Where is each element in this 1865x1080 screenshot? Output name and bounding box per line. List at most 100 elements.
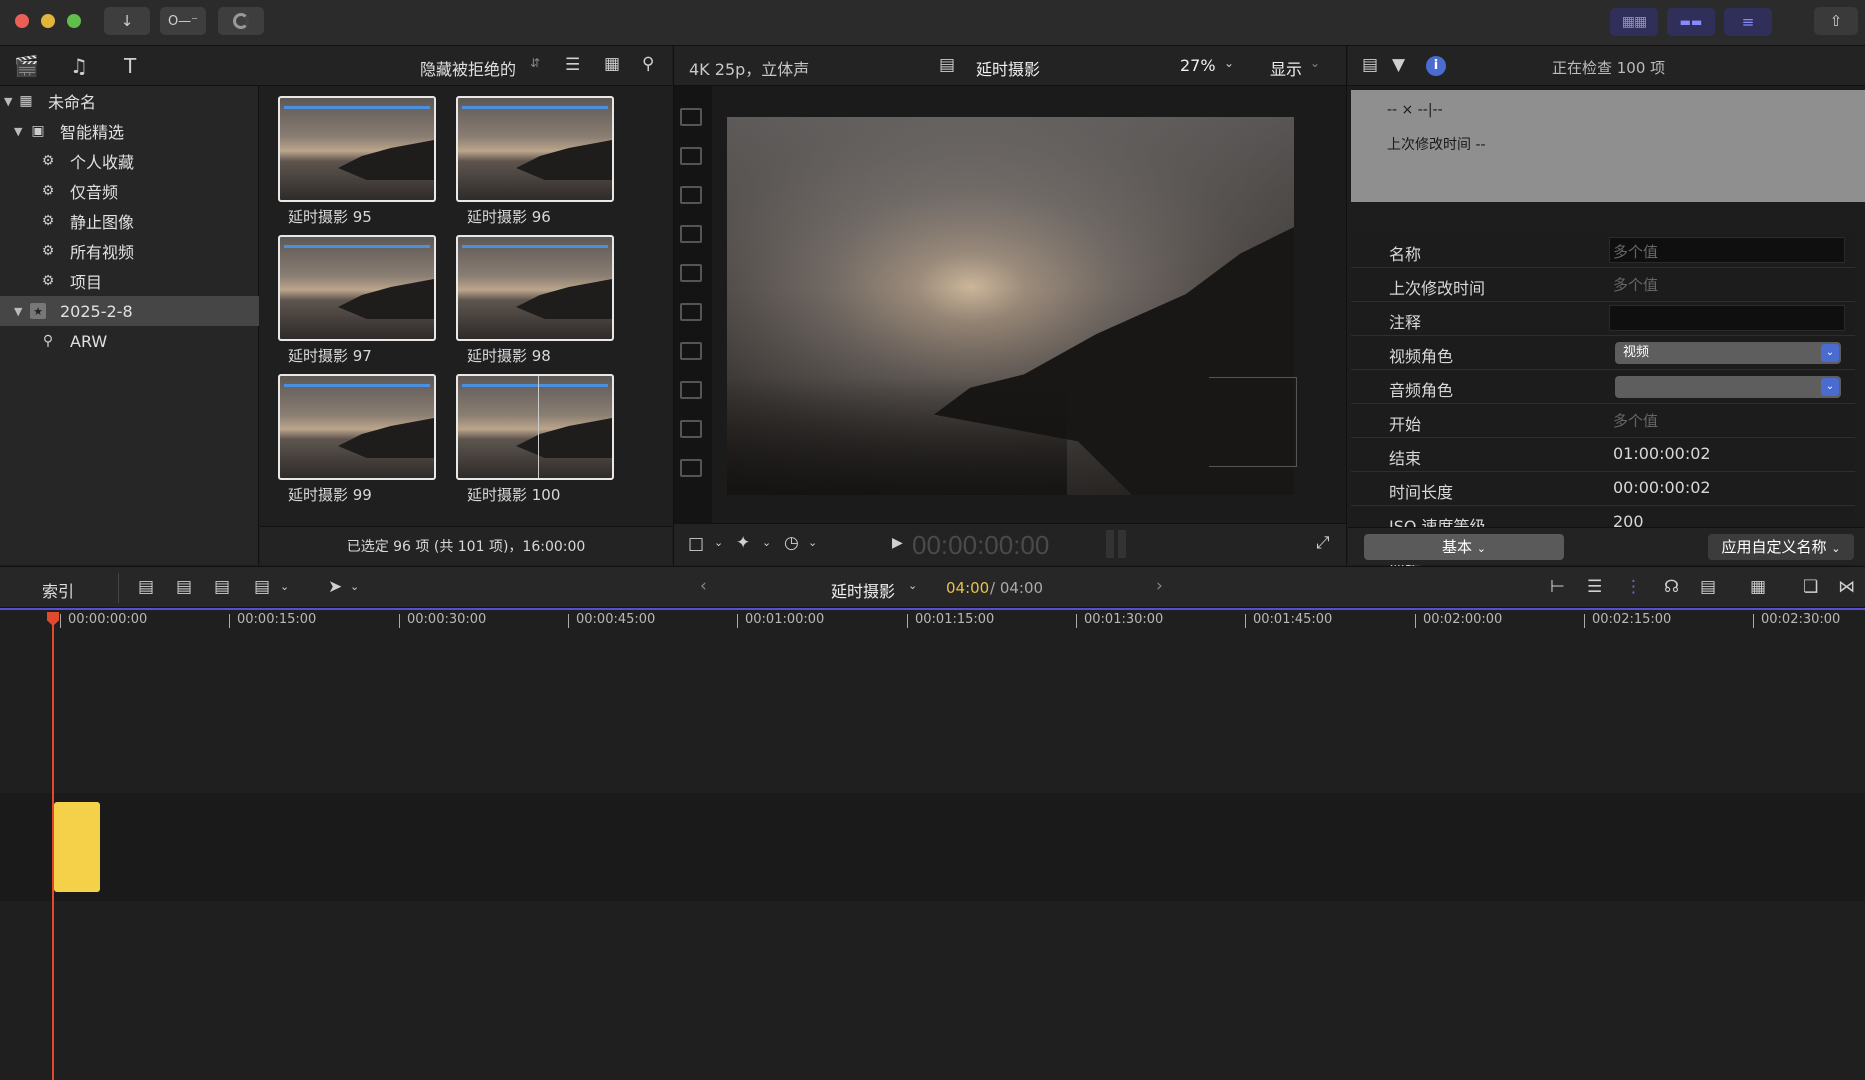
- filmstrip-gutter: [674, 86, 712, 523]
- clip-thumbnail[interactable]: [278, 235, 436, 341]
- sidebar-item-favorites[interactable]: ⚙ 个人收藏: [0, 146, 259, 176]
- play-button[interactable]: ▶: [892, 535, 903, 551]
- clip-thumbnail[interactable]: [456, 374, 614, 480]
- minimize-window-button[interactable]: [41, 14, 55, 28]
- titles-generators-icon[interactable]: T: [124, 54, 136, 78]
- inspector-header: ▤ ▼ i 正在检查 100 项: [1348, 46, 1865, 86]
- sidebar-item-event[interactable]: ▼ ★ 2025-2-8: [0, 296, 259, 326]
- timeline-index-button[interactable]: 索引: [42, 578, 74, 602]
- show-inspector-button[interactable]: ≡: [1724, 8, 1772, 36]
- property-value: 多个值: [1613, 276, 1659, 294]
- property-row: 注释: [1351, 302, 1855, 336]
- share-button[interactable]: ⇧: [1814, 7, 1858, 35]
- zoom-window-button[interactable]: [67, 14, 81, 28]
- metadata-view-button[interactable]: 基本 ⌄: [1364, 534, 1564, 560]
- sidebar-item-projects[interactable]: ⚙ 项目: [0, 266, 259, 296]
- info-icon[interactable]: i: [1426, 56, 1446, 76]
- effects-browser-icon[interactable]: ❏: [1803, 577, 1818, 597]
- back-arrow-icon[interactable]: ‹: [700, 576, 707, 596]
- playhead[interactable]: [52, 612, 54, 1080]
- snapping-icon[interactable]: ☰: [1587, 577, 1602, 597]
- sidebar-item-smart-collections[interactable]: ▼ ▣ 智能精选: [0, 116, 259, 146]
- clip-thumbnail[interactable]: [278, 374, 436, 480]
- audio-skimming-icon[interactable]: ⋮: [1625, 577, 1642, 597]
- clip-thumbnail[interactable]: [456, 235, 614, 341]
- keyword-icon: ⚲: [42, 333, 54, 349]
- clip-label: 延时摄影 96: [467, 208, 551, 226]
- forward-arrow-icon[interactable]: ›: [1156, 576, 1163, 596]
- sidebar-item-stills[interactable]: ⚙ 静止图像: [0, 206, 259, 236]
- property-label: 名称: [1389, 245, 1422, 264]
- fullscreen-icon[interactable]: ⤢: [1316, 533, 1330, 553]
- close-window-button[interactable]: [15, 14, 29, 28]
- property-label: 上次修改时间: [1389, 279, 1486, 298]
- search-icon[interactable]: ⚲: [642, 54, 654, 74]
- clip-thumbnail[interactable]: [456, 96, 614, 202]
- headphones-icon[interactable]: ☊: [1664, 577, 1679, 597]
- chevron-down-icon: ⌄: [1821, 344, 1839, 362]
- ruler-tick-label: 00:01:45:00: [1244, 612, 1333, 628]
- clip-appearance-icon[interactable]: ▦: [1750, 577, 1766, 597]
- ruler-tick-label: 00:02:30:00: [1752, 612, 1841, 628]
- import-button[interactable]: ↓: [104, 7, 150, 35]
- clip-filter-dropdown[interactable]: 隐藏被拒绝的: [420, 56, 516, 80]
- view-options-dropdown[interactable]: 显示: [1270, 56, 1302, 80]
- property-label: 时间长度: [1389, 483, 1454, 502]
- show-browser-button[interactable]: ▦▦: [1610, 8, 1658, 36]
- sidebar-item-all-video[interactable]: ⚙ 所有视频: [0, 236, 259, 266]
- funnel-icon[interactable]: ▼: [1392, 55, 1405, 75]
- sidebar-item-library[interactable]: ▼ ▦ 未命名: [0, 86, 259, 116]
- sidebar-item-label: 项目: [70, 273, 103, 292]
- grid-icon: ▦▦: [1621, 14, 1647, 30]
- keywords-button[interactable]: O—⁻: [160, 7, 206, 35]
- video-role-select[interactable]: 视频 ⌄: [1615, 342, 1841, 364]
- timeline-clip[interactable]: [54, 802, 100, 892]
- sidebar-item-label: 个人收藏: [70, 153, 135, 172]
- viewer: 4K 25p，立体声 ▤ 延时摄影 27% ⌄ 显示 ⌄ □ ⌄ ✦ ⌄ ◷ ⌄…: [673, 46, 1347, 565]
- property-value: 01:00:00:02: [1613, 444, 1711, 463]
- speedometer-icon[interactable]: ◷: [784, 533, 799, 553]
- primary-storyline[interactable]: [0, 793, 1865, 901]
- select-tool-icon[interactable]: ➤: [328, 577, 342, 597]
- project-title-dropdown[interactable]: 延时摄影: [831, 578, 895, 602]
- sidebar-item-keyword[interactable]: ⚲ ARW: [0, 326, 259, 356]
- list-view-icon[interactable]: ☰: [565, 55, 580, 75]
- timecode-display[interactable]: 00:00:00:00: [912, 530, 1049, 561]
- clip-thumbnail[interactable]: [278, 96, 436, 202]
- share-icon: ⇧: [1829, 12, 1843, 30]
- property-row: 时间长度 00:00:00:02: [1351, 472, 1855, 506]
- chevron-down-icon: ⌄: [1224, 56, 1235, 70]
- magic-wand-icon[interactable]: ✦: [736, 533, 750, 553]
- filmstrip-view-icon[interactable]: ▦: [604, 54, 620, 74]
- disclosure-triangle-icon[interactable]: ▼: [4, 95, 12, 108]
- photos-audio-icon[interactable]: ♫: [70, 54, 88, 78]
- property-label: 注释: [1389, 313, 1422, 332]
- insert-clip-icon[interactable]: ▤: [176, 577, 192, 597]
- background-tasks-button[interactable]: [218, 7, 264, 35]
- timeline-ruler[interactable]: 00:00:00:00 00:00:15:00 00:00:30:00 00:0…: [0, 608, 1865, 632]
- transform-icon[interactable]: □: [688, 534, 704, 554]
- overwrite-clip-icon[interactable]: ▤: [254, 577, 270, 597]
- show-timeline-button[interactable]: ▬▬: [1667, 8, 1715, 36]
- timeline-duration: / 04:00: [990, 579, 1044, 597]
- append-clip-icon[interactable]: ▤: [214, 577, 230, 597]
- apply-custom-name-button[interactable]: 应用自定义名称 ⌄: [1708, 534, 1854, 560]
- gear-icon: ⚙: [41, 243, 55, 259]
- zoom-dropdown[interactable]: 27%: [1180, 56, 1216, 75]
- disclosure-triangle-icon[interactable]: ▼: [14, 305, 22, 318]
- connect-clip-icon[interactable]: ▤: [138, 577, 154, 597]
- audio-role-select[interactable]: ⌄: [1615, 376, 1841, 398]
- skimming-icon[interactable]: ⊢: [1550, 577, 1565, 597]
- clip-label: 延时摄影 95: [288, 208, 372, 226]
- transitions-browser-icon[interactable]: ⋈: [1838, 577, 1855, 597]
- libraries-icon[interactable]: 🎬: [14, 54, 39, 78]
- disclosure-triangle-icon[interactable]: ▼: [14, 125, 22, 138]
- sidebar-item-audio-only[interactable]: ⚙ 仅音频: [0, 176, 259, 206]
- solo-icon[interactable]: ▤: [1700, 577, 1716, 597]
- sidebar-item-label: 未命名: [48, 93, 97, 112]
- property-row: 上次修改时间 多个值: [1351, 268, 1855, 302]
- film-icon[interactable]: ▤: [1362, 55, 1378, 75]
- property-row: 视频角色 视频 ⌄: [1351, 336, 1855, 370]
- ruler-tick-label: 00:00:45:00: [567, 612, 656, 628]
- notes-field[interactable]: [1609, 305, 1845, 331]
